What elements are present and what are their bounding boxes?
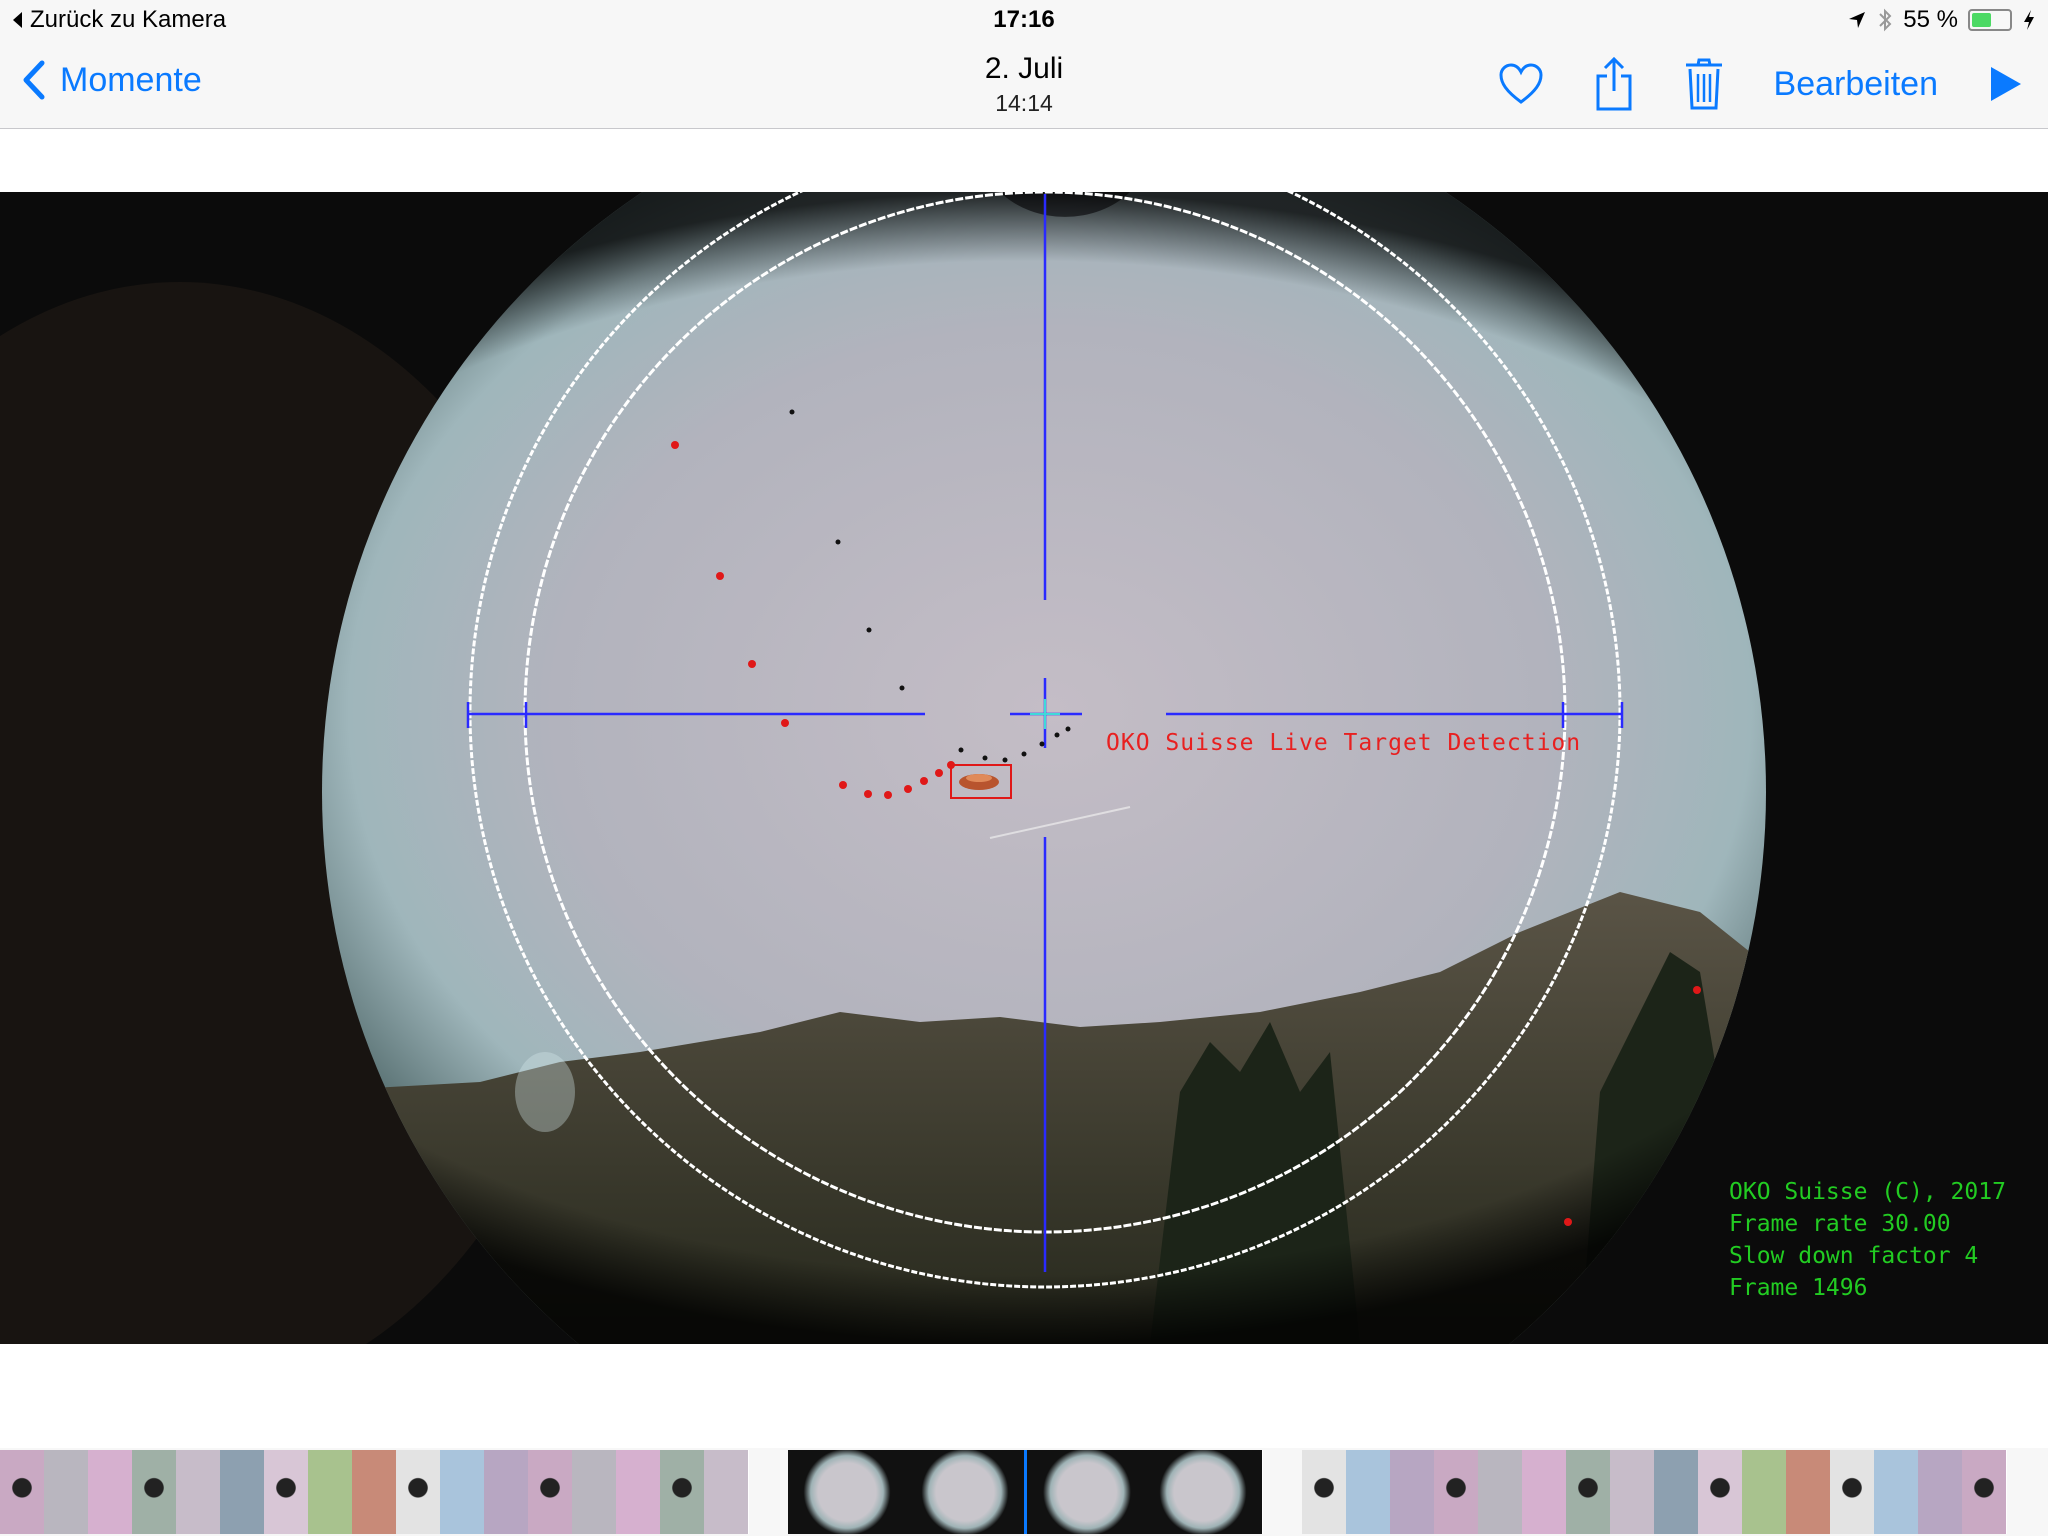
filmstrip-thumbnail[interactable] <box>616 1450 661 1534</box>
filmstrip-thumbnail[interactable] <box>396 1450 441 1534</box>
filmstrip-thumbnail[interactable] <box>906 1450 1025 1534</box>
filmstrip-thumbnail[interactable] <box>132 1450 177 1534</box>
filmstrip-thumbnail[interactable] <box>440 1450 485 1534</box>
bluetooth-icon <box>1879 8 1892 32</box>
filmstrip-thumbnail[interactable] <box>176 1450 221 1534</box>
filmstrip-thumbnail[interactable] <box>220 1450 265 1534</box>
trash-icon <box>1685 58 1722 110</box>
filmstrip-thumbnail[interactable] <box>308 1450 353 1534</box>
filmstrip-thumbnail[interactable] <box>1302 1450 1347 1534</box>
filmstrip-thumbnail[interactable] <box>0 1450 45 1534</box>
filmstrip-thumbnail[interactable] <box>352 1450 397 1534</box>
filmstrip-thumbnail[interactable] <box>264 1450 309 1534</box>
play-button[interactable] <box>1988 64 2024 104</box>
status-time: 17:16 <box>993 6 1055 33</box>
filmstrip-thumbnail[interactable] <box>1786 1450 1831 1534</box>
filmstrip-thumbnail[interactable] <box>484 1450 529 1534</box>
filmstrip-thumbnail[interactable] <box>1024 1450 1148 1534</box>
info-line-copyright: OKO Suisse (C), 2017 <box>1729 1179 2006 1205</box>
filmstrip-thumbnail[interactable] <box>1390 1450 1435 1534</box>
play-icon <box>1991 67 2021 101</box>
location-arrow-icon <box>1849 12 1866 28</box>
info-line-frame: Frame 1496 <box>1729 1275 1867 1301</box>
battery-level <box>1972 13 1991 27</box>
scope-photo[interactable]: OKO Suisse Live Target Detection OKO Sui… <box>0 192 2048 1344</box>
filmstrip-thumbnail[interactable] <box>1698 1450 1743 1534</box>
filmstrip-thumbnail[interactable] <box>1346 1450 1391 1534</box>
filmstrip-thumbnail[interactable] <box>44 1450 89 1534</box>
filmstrip-thumbnail[interactable] <box>704 1450 749 1534</box>
battery-percent: 55 % <box>1903 6 1958 33</box>
filmstrip-thumbnail[interactable] <box>1610 1450 1655 1534</box>
filmstrip-thumbnail[interactable] <box>788 1450 907 1534</box>
heart-icon <box>1499 63 1543 104</box>
share-icon <box>1596 56 1632 111</box>
filmstrip[interactable] <box>0 1448 2048 1536</box>
info-line-frame-rate: Frame rate 30.00 <box>1729 1211 1951 1237</box>
filmstrip-thumbnail[interactable] <box>1874 1450 1919 1534</box>
filmstrip-thumbnail[interactable] <box>1144 1450 1263 1534</box>
share-button[interactable] <box>1594 56 1634 112</box>
filmstrip-thumbnail[interactable] <box>1830 1450 1875 1534</box>
filmstrip-thumbnail[interactable] <box>528 1450 573 1534</box>
charging-bolt-icon <box>2024 10 2034 30</box>
edit-button[interactable]: Bearbeiten <box>1774 65 1938 104</box>
filmstrip-thumbnail[interactable] <box>1962 1450 2007 1534</box>
filmstrip-thumbnail[interactable] <box>1742 1450 1787 1534</box>
filmstrip-thumbnail[interactable] <box>572 1450 617 1534</box>
filmstrip-thumbnail[interactable] <box>1918 1450 1963 1534</box>
filmstrip-thumbnail[interactable] <box>1654 1450 1699 1534</box>
filmstrip-thumbnail[interactable] <box>88 1450 133 1534</box>
navigation-bar: Momente 2. Juli 14:14 Bearbeiten <box>0 42 2048 129</box>
filmstrip-thumbnail[interactable] <box>660 1450 705 1534</box>
nav-actions: Bearbeiten <box>1498 56 2024 112</box>
battery-icon <box>1968 9 2012 31</box>
filmstrip-thumbnail[interactable] <box>1478 1450 1523 1534</box>
delete-button[interactable] <box>1684 57 1724 111</box>
overlay-label: OKO Suisse Live Target Detection <box>1106 730 1581 756</box>
status-bar: Zurück zu Kamera 17:16 55 % <box>0 0 2048 42</box>
filmstrip-thumbnail[interactable] <box>1566 1450 1611 1534</box>
favorite-button[interactable] <box>1498 63 1544 105</box>
info-line-slow-down: Slow down factor 4 <box>1729 1243 1978 1269</box>
filmstrip-thumbnail[interactable] <box>1434 1450 1479 1534</box>
filmstrip-thumbnail[interactable] <box>1522 1450 1567 1534</box>
status-indicators: 55 % <box>1847 6 2036 34</box>
